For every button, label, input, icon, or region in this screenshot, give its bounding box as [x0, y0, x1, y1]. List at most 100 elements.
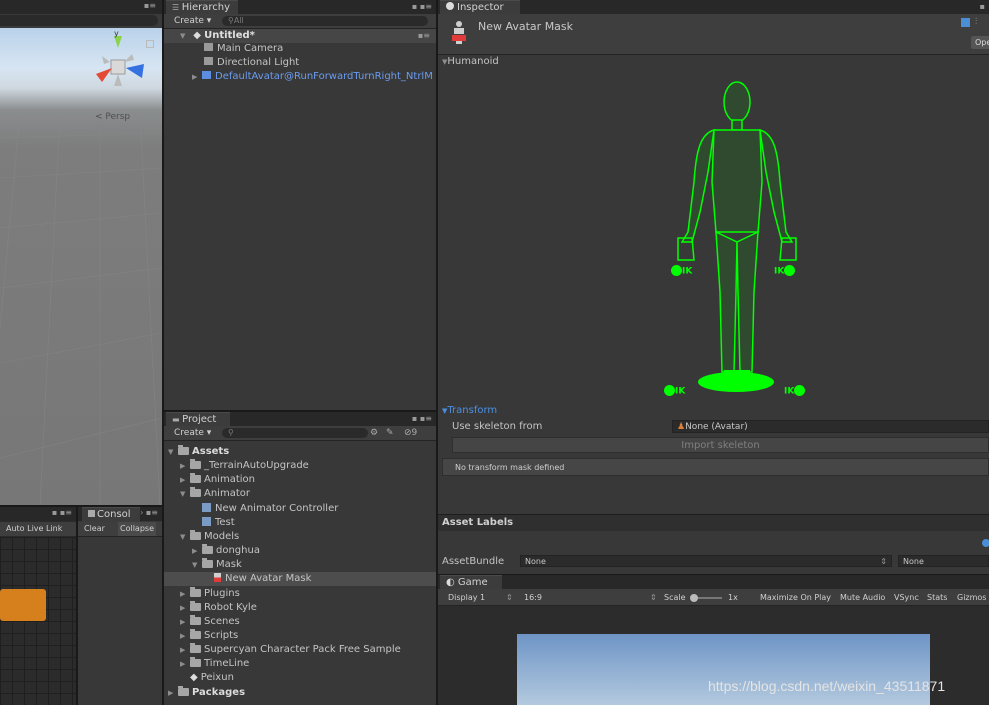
scene-view-panel[interactable]: ▪≡ y < Persp — [0, 0, 162, 505]
project-tree-item[interactable]: ▶ Scripts — [164, 628, 436, 643]
import-skeleton-button[interactable]: Import skeleton — [452, 437, 989, 453]
expand-arrow-icon[interactable]: ▼ — [180, 29, 190, 43]
expand-arrow-icon[interactable]: ▶ — [180, 459, 190, 473]
console-panel[interactable]: Consol › ▪≡ Clear Collapse — [78, 507, 162, 705]
project-tree-item[interactable]: New Avatar Mask — [164, 572, 436, 587]
tab-console[interactable]: Consol — [82, 507, 140, 522]
left-leg-part[interactable] — [715, 230, 738, 373]
project-tree-item[interactable]: New Animator Controller — [164, 502, 436, 516]
animator-menu-icon[interactable]: ▪ ▪≡ — [52, 508, 72, 517]
hierarchy-item[interactable]: Main Camera — [204, 42, 283, 56]
hierarchy-item[interactable]: ▶ DefaultAvatar@RunForwardTurnRight_NtrlM — [192, 70, 433, 84]
project-tree-item[interactable]: ▶ _TerrainAutoUpgrade — [164, 459, 436, 473]
animator-graph[interactable] — [0, 537, 76, 705]
expand-arrow-icon[interactable]: ▶ — [180, 601, 190, 615]
tab-hierarchy[interactable]: ☰ Hierarchy — [166, 0, 238, 15]
scene-menu-icon[interactable]: ▪≡ — [144, 1, 156, 10]
feet-part[interactable] — [724, 370, 750, 390]
project-tree-item[interactable]: Test — [164, 516, 436, 530]
tab-game[interactable]: ◐ Game — [440, 575, 502, 590]
right-arm-part[interactable] — [759, 128, 794, 243]
scene-menu-icon[interactable]: ▪≡ — [418, 29, 430, 43]
console-menu-icon[interactable]: › ▪≡ — [140, 508, 158, 517]
project-tree[interactable]: ▼ Assets ▶ _TerrainAutoUpgrade ▶ Animation ▼ An… — [164, 445, 436, 705]
expand-arrow-icon[interactable]: ▶ — [180, 629, 190, 643]
neck-part[interactable] — [731, 119, 743, 131]
project-tree-item[interactable]: ▶ Packages — [164, 685, 436, 700]
head-part[interactable] — [723, 81, 751, 123]
scene-lock-icon[interactable] — [146, 40, 154, 48]
scene-viewport[interactable]: y < Persp — [0, 28, 162, 505]
assetbundle-dropdown[interactable]: None ⇕ — [520, 555, 892, 567]
scale-slider-thumb[interactable] — [690, 594, 698, 602]
project-panel[interactable]: ▬ Project ▪ ▪≡ Create ▾ ⚲ ⚙ ✎ ⊘9 ▼ Assets… — [164, 412, 436, 705]
asset-labels-header[interactable]: Asset Labels — [438, 514, 989, 547]
ik-right-foot[interactable]: IK — [784, 385, 806, 397]
expand-arrow-icon[interactable]: ▼ — [180, 530, 190, 544]
inspector-help-icon[interactable] — [961, 18, 970, 27]
tab-project[interactable]: ▬ Project — [166, 412, 230, 427]
expand-arrow-icon[interactable]: ▶ — [180, 643, 190, 657]
display-dropdown[interactable]: Display 1 — [448, 592, 485, 604]
project-tree-item[interactable]: ▶ Plugins — [164, 586, 436, 601]
expand-arrow-icon[interactable]: ▼ — [192, 558, 202, 572]
inspector-open-button[interactable]: Ope — [971, 36, 989, 49]
use-skeleton-field[interactable]: ♟None (Avatar) — [672, 420, 989, 433]
maximize-on-play-button[interactable]: Maximize On Play — [760, 592, 831, 604]
hierarchy-scene-row[interactable]: ▼ ◆ Untitled* ▪≡ — [164, 29, 436, 43]
ik-left-foot[interactable]: IK — [664, 385, 685, 397]
transform-foldout[interactable]: ▼Transform — [442, 405, 497, 416]
asset-labels-icon[interactable] — [982, 539, 989, 547]
hierarchy-panel[interactable]: ☰ Hierarchy ▪ ▪≡ Create ▾ ⚲All ▼ ◆ Untit… — [164, 0, 436, 410]
animator-state-node[interactable] — [0, 589, 46, 621]
body-part[interactable] — [711, 129, 763, 233]
project-search-input[interactable]: ⚲ — [222, 428, 368, 438]
inspector-settings-icon[interactable]: ⫶ — [975, 17, 977, 27]
hierarchy-search-input[interactable]: ⚲All — [222, 16, 428, 26]
assetbundle-variant-dropdown[interactable]: None — [898, 555, 989, 567]
expand-arrow-icon[interactable]: ▶ — [180, 615, 190, 629]
right-leg-part[interactable] — [736, 230, 759, 373]
hidden-packages-icon[interactable]: ⊘9 — [404, 427, 417, 439]
hierarchy-item[interactable]: Directional Light — [204, 56, 299, 70]
auto-live-link-button[interactable]: Auto Live Link — [6, 524, 62, 533]
left-arm-part[interactable] — [680, 128, 715, 243]
project-create-button[interactable]: Create ▾ — [174, 427, 211, 439]
project-tree-item[interactable]: ▶ Robot Kyle — [164, 600, 436, 615]
expand-arrow-icon[interactable]: ▼ — [180, 487, 190, 501]
stats-button[interactable]: Stats — [927, 592, 947, 604]
console-clear-button[interactable]: Clear — [84, 524, 105, 533]
tab-inspector[interactable]: Inspector — [440, 0, 520, 15]
ik-left-hand[interactable]: IK — [671, 265, 692, 277]
inspector-lock-icon[interactable]: ▪ — [980, 0, 985, 14]
project-tree-item[interactable]: ▶ Animation — [164, 473, 436, 487]
expand-arrow-icon[interactable]: ▶ — [180, 473, 190, 487]
expand-arrow-icon[interactable]: ▶ — [192, 544, 202, 558]
expand-arrow-icon[interactable]: ▼ — [168, 445, 178, 459]
hierarchy-create-button[interactable]: Create ▾ — [174, 15, 211, 27]
project-tree-item[interactable]: ▶ donghua — [164, 544, 436, 558]
gizmos-button[interactable]: Gizmos — [957, 592, 986, 604]
scale-slider[interactable] — [690, 594, 722, 602]
project-tree-item[interactable]: ◆ Peixun — [164, 671, 436, 685]
hierarchy-menu-icon[interactable]: ▪ ▪≡ — [412, 0, 432, 14]
project-tree-item[interactable]: ▼ Animator — [164, 487, 436, 501]
humanoid-body-diagram[interactable] — [638, 72, 838, 402]
expand-arrow-icon[interactable]: ▶ — [180, 657, 190, 671]
expand-arrow-icon[interactable]: ▶ — [168, 686, 178, 700]
filter-by-label-icon[interactable]: ✎ — [386, 427, 394, 439]
orientation-gizmo[interactable]: y — [84, 30, 154, 100]
ik-right-hand[interactable]: IK — [774, 265, 796, 277]
expand-arrow-icon[interactable]: ▶ — [192, 70, 202, 84]
expand-arrow-icon[interactable]: ▶ — [180, 587, 190, 601]
project-tree-item[interactable]: ▼ Assets — [164, 445, 436, 459]
aspect-dropdown[interactable]: 16:9 — [524, 592, 542, 604]
persp-label[interactable]: < Persp — [95, 112, 130, 122]
console-collapse-button[interactable]: Collapse — [118, 522, 156, 536]
project-tree-item[interactable]: ▼ Mask — [164, 558, 436, 572]
filter-by-type-icon[interactable]: ⚙ — [370, 427, 378, 439]
vsync-button[interactable]: VSync — [894, 592, 919, 604]
project-menu-icon[interactable]: ▪ ▪≡ — [412, 412, 432, 426]
project-tree-item[interactable]: ▼ Models — [164, 529, 436, 544]
inspector-panel[interactable]: Inspector ▪ New Avatar Mask ⫶ Ope ▼Human… — [438, 0, 989, 572]
